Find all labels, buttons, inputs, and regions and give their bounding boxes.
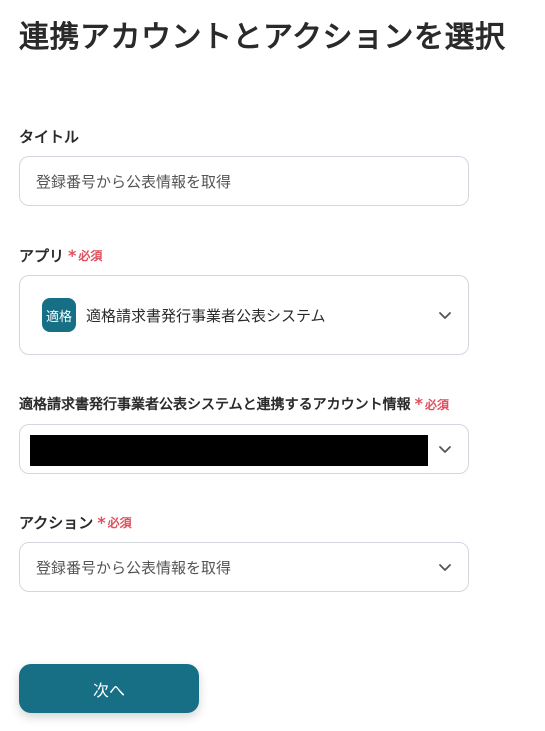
title-input-value: 登録番号から公表情報を取得 <box>36 172 232 191</box>
title-input[interactable]: 登録番号から公表情報を取得 <box>19 156 469 206</box>
asterisk-icon: * <box>97 512 106 532</box>
action-field-label: アクション * 必須 <box>19 512 132 533</box>
required-text: 必須 <box>78 249 103 263</box>
app-name: 適格請求書発行事業者公表システム <box>86 306 326 325</box>
chevron-down-icon <box>439 446 451 453</box>
required-text: 必須 <box>107 516 132 530</box>
action-label-text: アクション <box>19 514 94 532</box>
required-badge: * 必須 <box>68 247 102 264</box>
required-text: 必須 <box>424 397 449 412</box>
asterisk-icon: * <box>68 245 77 265</box>
page-title: 連携アカウントとアクションを選択 <box>19 20 506 55</box>
chevron-down-icon <box>439 312 451 319</box>
app-label-text: アプリ <box>19 247 65 265</box>
action-select[interactable]: 登録番号から公表情報を取得 <box>19 542 469 592</box>
app-icon-text: 適格 <box>45 309 72 325</box>
required-badge: * 必須 <box>97 514 131 531</box>
app-field-label: アプリ * 必須 <box>19 245 102 266</box>
action-select-value: 登録番号から公表情報を取得 <box>36 558 232 577</box>
required-badge: * 必須 <box>415 396 449 413</box>
asterisk-icon: * <box>414 394 423 413</box>
account-select[interactable] <box>19 424 469 474</box>
redacted-account-value <box>30 435 428 466</box>
title-field-label: タイトル <box>19 126 79 147</box>
title-label-text: タイトル <box>19 128 80 146</box>
app-icon: 適格 <box>42 298 76 332</box>
account-label-text: 適格請求書発行事業者公表システムと連携するアカウント情報 <box>19 397 411 413</box>
next-button[interactable]: 次へ <box>19 664 199 713</box>
chevron-down-icon <box>439 564 451 571</box>
account-field-label: 適格請求書発行事業者公表システムと連携するアカウント情報 * 必須 <box>19 394 449 414</box>
app-select[interactable]: 適格 適格請求書発行事業者公表システム <box>19 275 469 355</box>
